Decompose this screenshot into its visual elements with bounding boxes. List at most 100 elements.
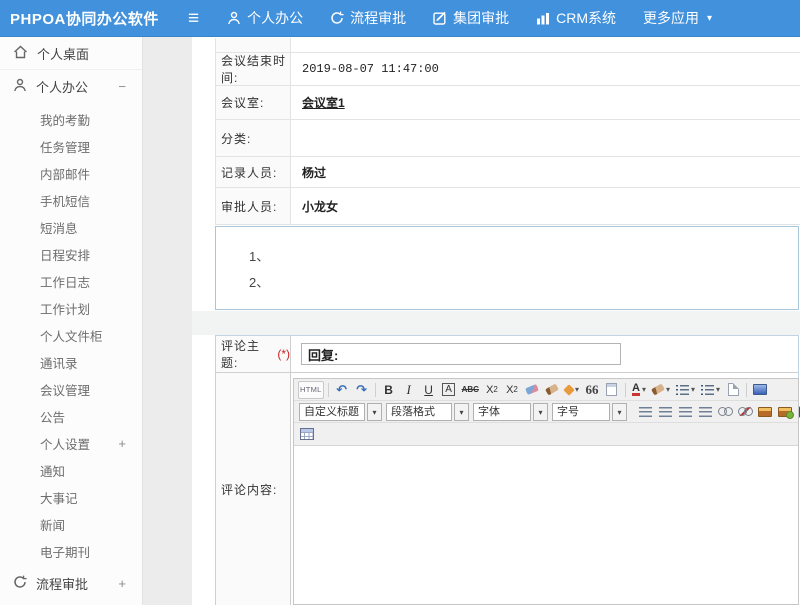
- bar-chart-icon: [536, 12, 550, 25]
- remove-link-button[interactable]: [736, 403, 754, 421]
- font-border-button[interactable]: A: [440, 381, 458, 399]
- sidebar-item-work-plan[interactable]: 工作计划: [0, 295, 142, 322]
- table-row-end-time: 会议结束时间: 2019-08-07 11:47:00: [216, 53, 800, 86]
- field-value: [291, 120, 800, 156]
- nav-more-apps[interactable]: 更多应用 ▾: [643, 8, 712, 28]
- align-left-icon: [639, 407, 652, 417]
- sidebar-item-internal-mail[interactable]: 内部邮件: [0, 160, 142, 187]
- nav-crm-system[interactable]: CRM系统: [536, 8, 616, 28]
- expand-icon[interactable]: +: [118, 576, 126, 591]
- align-center-button[interactable]: [656, 403, 674, 421]
- format-brush-button[interactable]: [543, 381, 561, 399]
- caret-down-icon: ▾: [707, 13, 712, 24]
- html-source-button[interactable]: HTML: [298, 381, 324, 399]
- sidebar-item-news[interactable]: 新闻: [0, 511, 142, 538]
- sidebar-item-sms[interactable]: 手机短信: [0, 187, 142, 214]
- new-document-button[interactable]: [724, 381, 742, 399]
- eraser-icon: [525, 384, 539, 395]
- eraser-button[interactable]: [523, 381, 541, 399]
- expand-icon[interactable]: +: [118, 436, 126, 451]
- align-justify-icon: [699, 407, 712, 417]
- minutes-line: 1、: [249, 244, 798, 270]
- comment-form-table: 评论主题: (*) 评论内容: HTML: [215, 335, 799, 605]
- sidebar-item-e-journal[interactable]: 电子期刊: [0, 538, 142, 565]
- redo-button[interactable]: ↷: [353, 381, 371, 399]
- sidebar-item-work-log[interactable]: 工作日志: [0, 268, 142, 295]
- font-color-button[interactable]: A▾: [630, 381, 648, 399]
- field-value: 杨过: [291, 157, 800, 187]
- top-navbar: PHPOA协同办公软件 ≡ 个人办公 流程审批 集团审批 CRM系统 更多应用 …: [0, 0, 800, 37]
- align-left-button[interactable]: [636, 403, 654, 421]
- paste-from-word-button[interactable]: [603, 381, 621, 399]
- sidebar-submenu: 我的考勤 任务管理 内部邮件 手机短信 短消息 日程安排 工作日志 工作计划 个…: [0, 103, 142, 567]
- sidebar-item-task-management[interactable]: 任务管理: [0, 133, 142, 160]
- magic-wand-icon: [563, 384, 574, 395]
- sidebar-item-personal-office[interactable]: 个人办公 −: [0, 70, 142, 103]
- editor-toolbar-row-2: 自定义标题 ▾ 段落格式 ▾ 字体 ▾: [294, 401, 798, 423]
- comment-subject-input[interactable]: [301, 343, 621, 365]
- image-icon: [758, 407, 772, 417]
- collapse-icon[interactable]: −: [118, 79, 126, 94]
- chevron-down-icon: ▾: [612, 403, 627, 421]
- nav-personal-office[interactable]: 个人办公: [227, 8, 303, 28]
- auto-format-button[interactable]: ▾: [563, 381, 581, 399]
- new-document-icon: [728, 383, 739, 396]
- undo-button[interactable]: ↶: [333, 381, 351, 399]
- highlight-color-button[interactable]: ▾: [650, 381, 672, 399]
- sidebar-item-events[interactable]: 大事记: [0, 484, 142, 511]
- strikethrough-button[interactable]: ABC: [460, 381, 481, 399]
- nav-workflow-approval[interactable]: 流程审批: [330, 8, 406, 28]
- link-icon: [718, 407, 732, 416]
- ordered-list-button[interactable]: ▾: [674, 381, 697, 399]
- process-icon: [13, 575, 27, 592]
- field-value: 会议室1: [291, 86, 800, 119]
- sidebar-item-contacts[interactable]: 通讯录: [0, 349, 142, 376]
- font-family-select[interactable]: 字体 ▾: [473, 403, 548, 421]
- align-right-button[interactable]: [676, 403, 694, 421]
- field-label: 记录人员:: [216, 157, 291, 187]
- table-icon: [300, 428, 314, 440]
- align-justify-button[interactable]: [696, 403, 714, 421]
- person-icon: [13, 78, 27, 95]
- sidebar-item-personal-desktop[interactable]: 个人桌面: [0, 37, 142, 70]
- sidebar-item-notice[interactable]: 通知: [0, 457, 142, 484]
- editor-content-area[interactable]: [294, 446, 798, 604]
- monitor-icon: [753, 384, 767, 395]
- subscript-button[interactable]: X2: [503, 381, 521, 399]
- sidebar-item-workflow-approval[interactable]: 流程审批 +: [0, 567, 142, 600]
- sidebar-item-personal-files[interactable]: 个人文件柜: [0, 322, 142, 349]
- superscript-button[interactable]: X2: [483, 381, 501, 399]
- insert-table-button[interactable]: [298, 425, 316, 443]
- hamburger-menu-icon[interactable]: ≡: [188, 9, 199, 28]
- edit-square-icon: [433, 11, 447, 25]
- font-size-select[interactable]: 字号 ▾: [552, 403, 627, 421]
- ordered-list-icon: [676, 385, 689, 395]
- table-row-partial: [216, 38, 800, 53]
- bold-button[interactable]: B: [380, 381, 398, 399]
- fullscreen-button[interactable]: [751, 381, 769, 399]
- insert-image-button[interactable]: [756, 403, 774, 421]
- sidebar-item-announcement[interactable]: 公告: [0, 403, 142, 430]
- insert-media-button[interactable]: [796, 403, 800, 421]
- unordered-list-button[interactable]: ▾: [699, 381, 722, 399]
- align-right-icon: [679, 407, 692, 417]
- sidebar-item-personal-settings[interactable]: 个人设置+: [0, 430, 142, 457]
- underline-button[interactable]: U: [420, 381, 438, 399]
- sidebar-item-short-message[interactable]: 短消息: [0, 214, 142, 241]
- sidebar-item-my-attendance[interactable]: 我的考勤: [0, 106, 142, 133]
- upload-image-button[interactable]: [776, 403, 794, 421]
- sidebar-gutter: [143, 37, 192, 605]
- blockquote-button[interactable]: 66: [583, 381, 601, 399]
- table-row-recorder: 记录人员: 杨过: [216, 157, 800, 188]
- chevron-down-icon: ▾: [367, 403, 382, 421]
- insert-link-button[interactable]: [716, 403, 734, 421]
- editor-toolbar: HTML ↶ ↷ B I U A ABC X2: [294, 379, 798, 446]
- italic-button[interactable]: I: [400, 381, 418, 399]
- nav-group-approval[interactable]: 集团审批: [433, 8, 509, 28]
- person-icon: [227, 11, 241, 25]
- paragraph-format-select[interactable]: 段落格式 ▾: [386, 403, 469, 421]
- sidebar-item-schedule[interactable]: 日程安排: [0, 241, 142, 268]
- sidebar-item-meeting-management[interactable]: 会议管理: [0, 376, 142, 403]
- custom-heading-select[interactable]: 自定义标题 ▾: [299, 403, 382, 421]
- align-center-icon: [659, 407, 672, 417]
